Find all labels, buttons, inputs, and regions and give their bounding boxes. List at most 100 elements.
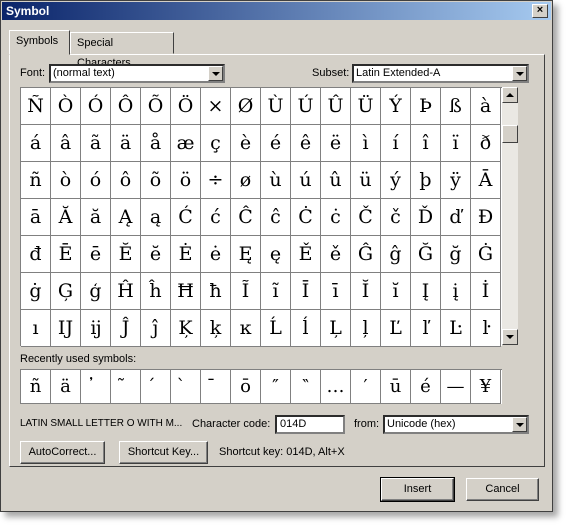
recent-symbol-cell[interactable]: ′ [351, 370, 381, 404]
symbol-cell[interactable]: į [441, 273, 471, 310]
symbol-cell[interactable]: ā [21, 199, 51, 236]
symbol-cell[interactable]: ķ [201, 310, 231, 347]
symbol-grid-scrollbar[interactable] [502, 87, 518, 345]
symbol-cell[interactable]: ü [351, 162, 381, 199]
symbol-cell[interactable]: Ę [231, 236, 261, 273]
recent-symbol-cell[interactable]: ̓ [81, 370, 111, 404]
recent-symbol-cell[interactable]: ́ [141, 370, 171, 404]
symbol-cell[interactable]: ă [81, 199, 111, 236]
symbol-cell[interactable]: ĭ [381, 273, 411, 310]
recent-symbol-cell[interactable]: ̃ [111, 370, 141, 404]
symbol-cell[interactable]: × [201, 88, 231, 125]
symbol-cell[interactable]: Ó [81, 88, 111, 125]
symbol-cell[interactable]: Ħ [171, 273, 201, 310]
insert-button[interactable]: Insert [380, 477, 455, 502]
symbol-cell[interactable]: Ñ [21, 88, 51, 125]
symbol-cell[interactable]: Ă [51, 199, 81, 236]
symbol-cell[interactable]: ê [291, 125, 321, 162]
symbol-cell[interactable]: Ļ [321, 310, 351, 347]
symbol-cell[interactable]: Ĥ [111, 273, 141, 310]
symbol-cell[interactable]: ģ [81, 273, 111, 310]
symbol-cell[interactable]: ī [321, 273, 351, 310]
symbol-cell[interactable]: ĥ [141, 273, 171, 310]
tab-special-characters[interactable]: Special Characters [70, 32, 174, 69]
symbol-cell[interactable]: ė [201, 236, 231, 273]
font-select[interactable]: (normal text) [49, 64, 225, 83]
symbol-cell[interactable]: Č [351, 199, 381, 236]
recent-symbol-cell[interactable]: ū [381, 370, 411, 404]
symbol-cell[interactable]: ć [201, 199, 231, 236]
symbol-cell[interactable]: ï [441, 125, 471, 162]
symbol-cell[interactable]: ä [111, 125, 141, 162]
symbol-cell[interactable]: ö [171, 162, 201, 199]
symbol-cell[interactable]: Ĝ [351, 236, 381, 273]
cancel-button[interactable]: Cancel [466, 478, 539, 501]
symbol-cell[interactable]: Ī [291, 273, 321, 310]
symbol-cell[interactable]: í [381, 125, 411, 162]
symbol-cell[interactable]: ĸ [231, 310, 261, 347]
recent-symbol-cell[interactable]: ̀ [171, 370, 201, 404]
symbol-cell[interactable]: ç [201, 125, 231, 162]
scroll-down-button[interactable] [502, 329, 518, 345]
symbol-cell[interactable]: ë [321, 125, 351, 162]
symbol-cell[interactable]: ù [261, 162, 291, 199]
symbol-cell[interactable]: Ĺ [261, 310, 291, 347]
symbol-cell[interactable]: ę [261, 236, 291, 273]
symbol-cell[interactable]: Þ [411, 88, 441, 125]
symbol-cell[interactable]: Ò [51, 88, 81, 125]
chevron-down-icon[interactable] [208, 66, 223, 81]
symbol-cell[interactable]: Ā [471, 162, 501, 199]
recent-symbol-cell[interactable]: é [411, 370, 441, 404]
symbol-cell[interactable]: û [321, 162, 351, 199]
symbol-cell[interactable]: İ [471, 273, 501, 310]
symbol-cell[interactable]: õ [141, 162, 171, 199]
symbol-cell[interactable]: Ċ [291, 199, 321, 236]
symbol-cell[interactable]: đ [21, 236, 51, 273]
character-code-input[interactable]: 014D [275, 415, 345, 434]
symbol-cell[interactable]: ú [291, 162, 321, 199]
symbol-cell[interactable]: á [21, 125, 51, 162]
symbol-cell[interactable]: Ě [291, 236, 321, 273]
symbol-cell[interactable]: ó [81, 162, 111, 199]
recent-symbol-cell[interactable]: ̄ [201, 370, 231, 404]
shortcut-key-button[interactable]: Shortcut Key... [119, 441, 208, 464]
symbol-cell[interactable]: ē [81, 236, 111, 273]
symbol-cell[interactable]: Ď [411, 199, 441, 236]
symbol-cell[interactable]: Ğ [411, 236, 441, 273]
symbol-cell[interactable]: ğ [441, 236, 471, 273]
symbol-cell[interactable]: Û [321, 88, 351, 125]
recent-symbol-cell[interactable]: — [441, 370, 471, 404]
symbol-cell[interactable]: Ē [51, 236, 81, 273]
symbol-cell[interactable]: Ą [111, 199, 141, 236]
symbol-cell[interactable]: ı [21, 310, 51, 347]
symbol-cell[interactable]: Ć [171, 199, 201, 236]
from-select[interactable]: Unicode (hex) [383, 415, 529, 434]
scroll-up-button[interactable] [502, 87, 518, 103]
symbol-cell[interactable]: þ [411, 162, 441, 199]
symbol-cell[interactable]: à [471, 88, 501, 125]
symbol-cell[interactable]: ð [471, 125, 501, 162]
symbol-cell[interactable]: ò [51, 162, 81, 199]
recent-symbol-cell[interactable]: ¥ [471, 370, 501, 404]
symbol-cell[interactable]: ĺ [291, 310, 321, 347]
symbol-cell[interactable]: Ø [231, 88, 261, 125]
symbol-cell[interactable]: Õ [141, 88, 171, 125]
symbol-cell[interactable]: ĉ [261, 199, 291, 236]
symbol-cell[interactable]: â [51, 125, 81, 162]
symbol-cell[interactable]: ľ [411, 310, 441, 347]
symbol-cell[interactable]: Į [411, 273, 441, 310]
symbol-cell[interactable]: Ú [291, 88, 321, 125]
symbol-cell[interactable]: ĳ [81, 310, 111, 347]
symbol-cell[interactable]: ħ [201, 273, 231, 310]
symbol-cell[interactable]: ġ [21, 273, 51, 310]
symbol-cell[interactable]: Ĳ [51, 310, 81, 347]
symbol-cell[interactable]: ě [321, 236, 351, 273]
symbol-cell[interactable]: å [141, 125, 171, 162]
symbol-cell[interactable]: ñ [21, 162, 51, 199]
recent-symbols-grid[interactable]: ñä̓̃́̀̄ō″‶…′ūé—¥ [20, 369, 502, 404]
symbol-cell[interactable]: é [261, 125, 291, 162]
symbol-cell[interactable]: ý [381, 162, 411, 199]
symbol-cell[interactable]: Ý [381, 88, 411, 125]
title-bar[interactable]: Symbol × [2, 2, 551, 20]
symbol-cell[interactable]: Ù [261, 88, 291, 125]
